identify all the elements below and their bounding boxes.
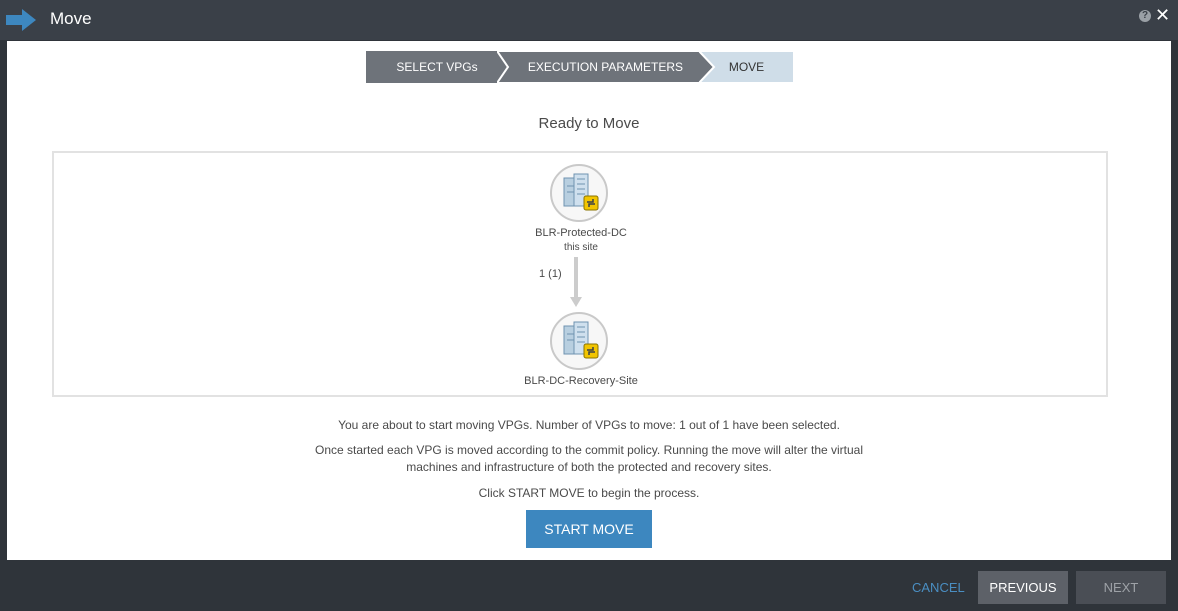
wizard-content: SELECT VPGs EXECUTION PARAMETERS MOVE Re… — [7, 41, 1171, 560]
next-button[interactable]: NEXT — [1076, 571, 1166, 604]
step-label: EXECUTION PARAMETERS — [527, 60, 684, 74]
start-move-button[interactable]: START MOVE — [526, 510, 652, 548]
source-site-name: BLR-Protected-DC — [535, 227, 627, 239]
step-move[interactable]: MOVE — [699, 51, 794, 83]
vpg-count: 1 (1) — [539, 268, 562, 280]
step-execution-parameters[interactable]: EXECUTION PARAMETERS — [497, 51, 714, 83]
topology-diagram: BLR-Protected-DC this site 1 (1) BLR-DC-… — [52, 151, 1108, 397]
move-arrow-icon — [570, 257, 582, 307]
help-icon[interactable]: ? — [1139, 10, 1151, 22]
step-label: SELECT VPGs — [396, 60, 478, 74]
title-bar: Move ? ✕ — [0, 0, 1178, 40]
move-warning-line: machines and infrastructure of both the … — [406, 460, 772, 474]
previous-button[interactable]: PREVIOUS — [978, 571, 1068, 604]
move-instruction-text: Click START MOVE to begin the process. — [478, 486, 700, 500]
move-summary-text: You are about to start moving VPGs. Numb… — [338, 418, 840, 432]
move-warning-text: Once started each VPG is moved according… — [7, 442, 1171, 476]
step-select-vpgs[interactable]: SELECT VPGs — [366, 51, 508, 83]
window-title: Move — [50, 9, 92, 28]
move-warning-line: Once started each VPG is moved according… — [314, 443, 864, 457]
cancel-button[interactable]: CANCEL — [912, 580, 965, 595]
arrow-right-icon — [6, 9, 36, 36]
close-icon[interactable]: ✕ — [1155, 6, 1170, 24]
source-site-node — [550, 164, 608, 222]
datacenter-icon — [563, 321, 599, 359]
wizard-steps: SELECT VPGs EXECUTION PARAMETERS MOVE — [366, 51, 794, 83]
source-site-sublabel: this site — [564, 242, 598, 253]
target-site-name: BLR-DC-Recovery-Site — [524, 375, 638, 387]
datacenter-icon — [563, 173, 599, 211]
target-site-node — [550, 312, 608, 370]
step-label: MOVE — [728, 60, 765, 74]
page-title: Ready to Move — [538, 115, 640, 132]
